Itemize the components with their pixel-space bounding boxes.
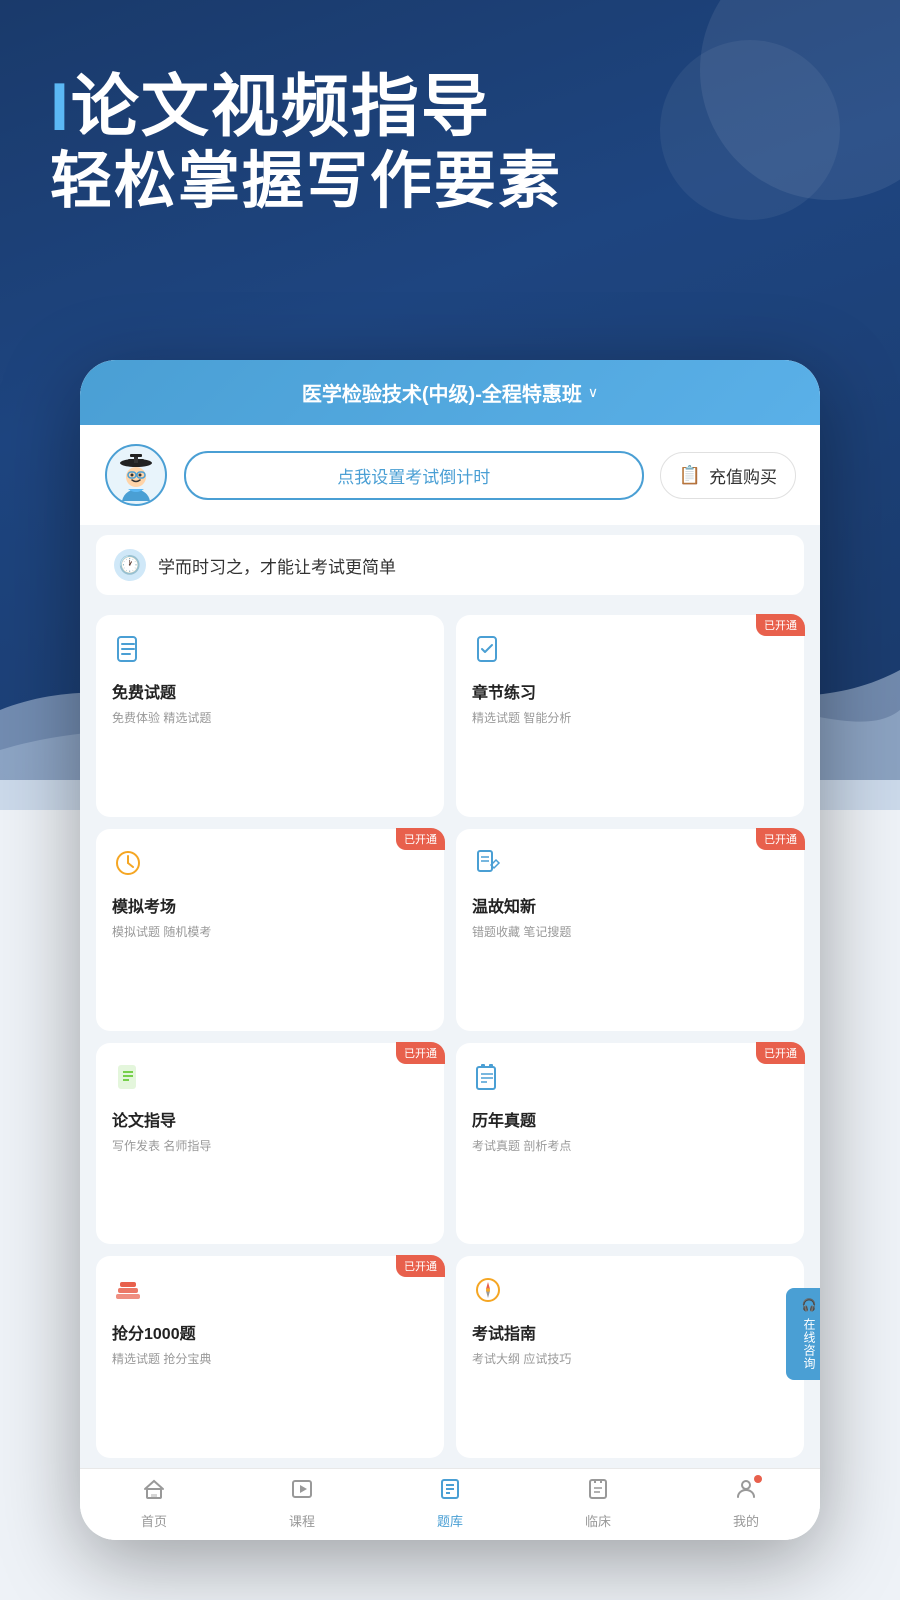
motto-text: 学而时习之，才能让考试更简单 — [158, 553, 396, 578]
nav-label-clinical: 临床 — [585, 1511, 611, 1530]
card-exam-guide[interactable]: 考试指南 考试大纲 应试技巧 — [456, 1256, 804, 1458]
clock-icon: 🕐 — [114, 549, 146, 581]
badge-grab-score: 已开通 — [396, 1255, 445, 1277]
card-desc-free-questions: 免费体验 精选试题 — [112, 709, 428, 726]
card-review[interactable]: 已开通 温故知新 错题收藏 笔记搜题 — [456, 829, 804, 1031]
bottom-nav: 首页 课程 题库 临床 我的 — [80, 1468, 820, 1540]
online-chat-label: 在线咨询 — [802, 1318, 816, 1370]
card-desc-history-questions: 考试真题 剖析考点 — [472, 1137, 788, 1154]
app-header[interactable]: 医学检验技术(中级)-全程特惠班 ∨ — [80, 360, 820, 425]
nav-icon-questions — [438, 1477, 462, 1507]
icon-mock-exam — [112, 847, 148, 883]
nav-item-clinical[interactable]: 临床 — [524, 1477, 672, 1530]
nav-icon-course — [290, 1477, 314, 1507]
nav-label-questions: 题库 — [437, 1511, 463, 1530]
card-title-chapter-practice: 章节练习 — [472, 679, 788, 703]
recharge-label: 充值购买 — [709, 463, 777, 488]
motto-row: 🕐 学而时习之，才能让考试更简单 — [96, 535, 804, 595]
icon-grab-score — [112, 1274, 148, 1310]
profile-row: 点我设置考试倒计时 📋 充值购买 — [80, 425, 820, 525]
card-grab-score[interactable]: 已开通 抢分1000题 精选试题 抢分宝典 — [96, 1256, 444, 1458]
badge-mock-exam: 已开通 — [396, 828, 445, 850]
dropdown-arrow-icon: ∨ — [588, 384, 598, 401]
nav-icon-mine — [734, 1477, 758, 1507]
card-title-paper-guide: 论文指导 — [112, 1107, 428, 1131]
headset-icon: 🎧 — [802, 1298, 816, 1314]
hero-accent: I — [50, 69, 71, 145]
card-title-free-questions: 免费试题 — [112, 679, 428, 703]
card-title-grab-score: 抢分1000题 — [112, 1320, 428, 1344]
hero-section: I论文视频指导 轻松掌握写作要素 — [50, 70, 850, 219]
countdown-button[interactable]: 点我设置考试倒计时 — [184, 451, 644, 500]
recharge-button[interactable]: 📋 充值购买 — [660, 452, 796, 499]
card-mock-exam[interactable]: 已开通 模拟考场 模拟试题 随机模考 — [96, 829, 444, 1031]
nav-item-course[interactable]: 课程 — [228, 1477, 376, 1530]
icon-history-questions — [472, 1061, 508, 1097]
badge-paper-guide: 已开通 — [396, 1042, 445, 1064]
nav-label-mine: 我的 — [733, 1511, 759, 1530]
app-content: 医学检验技术(中级)-全程特惠班 ∨ — [80, 360, 820, 1540]
card-desc-review: 错题收藏 笔记搜题 — [472, 923, 788, 940]
card-desc-chapter-practice: 精选试题 智能分析 — [472, 709, 788, 726]
card-desc-exam-guide: 考试大纲 应试技巧 — [472, 1350, 788, 1367]
online-chat-button[interactable]: 🎧 在线咨询 — [786, 1288, 820, 1380]
card-title-history-questions: 历年真题 — [472, 1107, 788, 1131]
hero-line1: I论文视频指导 — [50, 70, 850, 145]
nav-item-mine[interactable]: 我的 — [672, 1477, 820, 1530]
device-mockup: 医学检验技术(中级)-全程特惠班 ∨ — [80, 360, 820, 1540]
hero-line2: 轻松掌握写作要素 — [50, 145, 850, 219]
app-header-title: 医学检验技术(中级)-全程特惠班 — [302, 378, 582, 407]
card-title-mock-exam: 模拟考场 — [112, 893, 428, 917]
card-desc-mock-exam: 模拟试题 随机模考 — [112, 923, 428, 940]
icon-review — [472, 847, 508, 883]
badge-chapter-practice: 已开通 — [756, 614, 805, 636]
nav-icon-home — [142, 1477, 166, 1507]
nav-label-home: 首页 — [141, 1511, 167, 1530]
card-desc-grab-score: 精选试题 抢分宝典 — [112, 1350, 428, 1367]
icon-paper-guide — [112, 1061, 148, 1097]
nav-item-home[interactable]: 首页 — [80, 1477, 228, 1530]
cards-grid: 免费试题 免费体验 精选试题 已开通 章节练习 精选试题 智能分析 已开通 模拟… — [80, 605, 820, 1468]
card-history-questions[interactable]: 已开通 历年真题 考试真题 剖析考点 — [456, 1043, 804, 1245]
card-title-review: 温故知新 — [472, 893, 788, 917]
recharge-icon: 📋 — [679, 465, 701, 486]
nav-label-course: 课程 — [289, 1511, 315, 1530]
avatar — [104, 443, 168, 507]
card-title-exam-guide: 考试指南 — [472, 1320, 788, 1344]
icon-chapter-practice — [472, 633, 508, 669]
badge-review: 已开通 — [756, 828, 805, 850]
icon-free-questions — [112, 633, 148, 669]
nav-item-questions[interactable]: 题库 — [376, 1477, 524, 1530]
icon-exam-guide — [472, 1274, 508, 1310]
nav-icon-clinical — [586, 1477, 610, 1507]
card-desc-paper-guide: 写作发表 名师指导 — [112, 1137, 428, 1154]
card-paper-guide[interactable]: 已开通 论文指导 写作发表 名师指导 — [96, 1043, 444, 1245]
card-chapter-practice[interactable]: 已开通 章节练习 精选试题 智能分析 — [456, 615, 804, 817]
badge-history-questions: 已开通 — [756, 1042, 805, 1064]
card-free-questions[interactable]: 免费试题 免费体验 精选试题 — [96, 615, 444, 817]
